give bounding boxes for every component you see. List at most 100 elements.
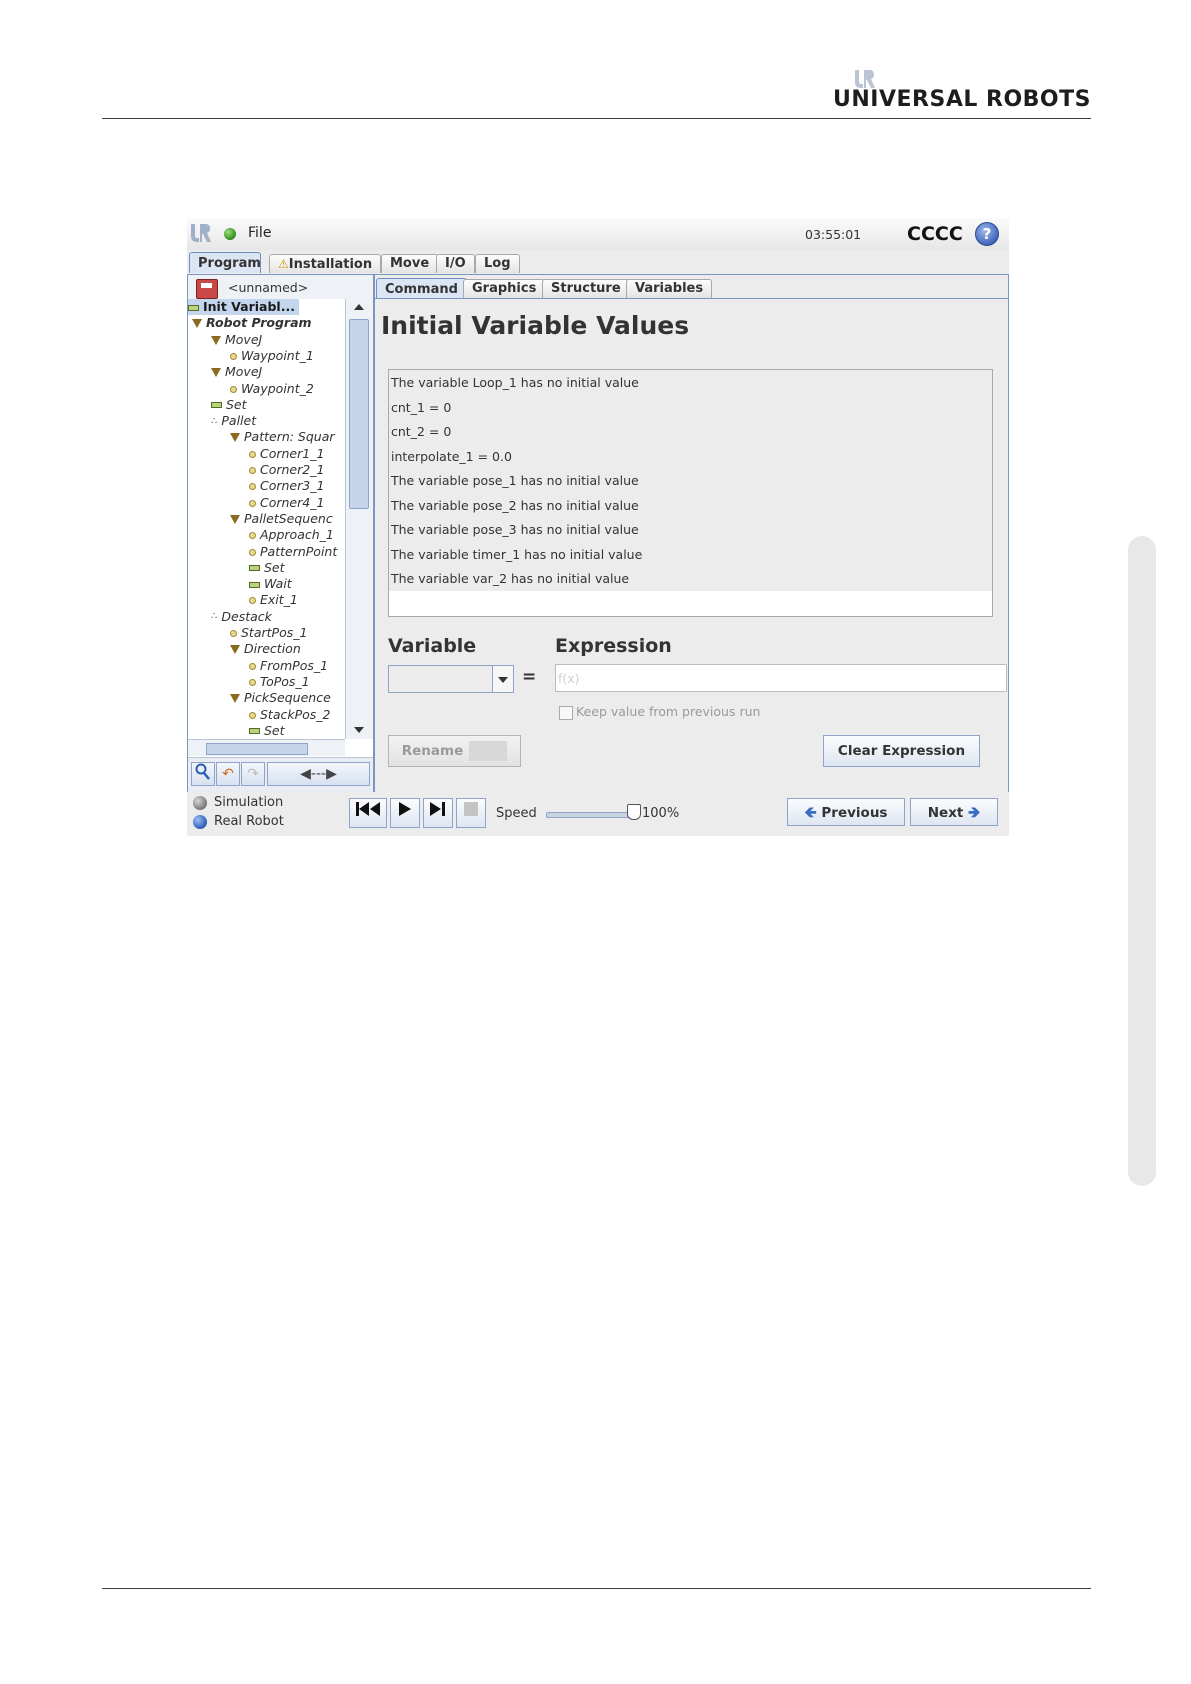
variable-list-item[interactable]: interpolate_1 = 0.0 <box>389 443 992 469</box>
previous-button[interactable]: 🡸 Previous <box>787 798 905 826</box>
tree-node[interactable]: Corner2_1 <box>249 462 324 478</box>
tree-node[interactable]: PickSequence <box>230 690 331 706</box>
brand-logo: UNIVERSAL ROBOTS <box>833 66 1091 112</box>
tree-node[interactable]: Init Variabl... <box>188 299 299 315</box>
variable-list-item[interactable]: The variable pose_2 has no initial value <box>389 492 992 518</box>
clear-expression-button[interactable]: Clear Expression <box>823 735 980 767</box>
save-icon[interactable] <box>196 279 218 299</box>
tab-installation[interactable]: ⚠Installation <box>269 254 382 273</box>
bottom-bar: Simulation Real Robot Speed 100% 🡸 Previ… <box>187 792 1009 836</box>
expression-input[interactable] <box>555 664 1007 692</box>
speed-slider-handle[interactable] <box>627 804 641 820</box>
rename-keyboard-icon <box>469 741 508 761</box>
tab-structure[interactable]: Structure <box>542 279 630 298</box>
waypoint-icon <box>249 483 256 491</box>
variable-list-item[interactable]: The variable var_2 has no initial value <box>389 566 992 591</box>
tree-node[interactable]: Direction <box>230 641 301 657</box>
tree-node[interactable]: Pattern: Squar <box>230 429 335 445</box>
tab-move[interactable]: Move <box>381 254 439 273</box>
polyscope-screenshot: File 03:55:01 CCCC ? Program ⚠Installati… <box>187 218 1009 836</box>
tree-node[interactable]: Corner1_1 <box>249 446 324 462</box>
real-robot-label: Real Robot <box>214 814 284 829</box>
file-menu[interactable]: File <box>248 225 271 241</box>
tree-node[interactable]: ToPos_1 <box>249 674 310 690</box>
chevron-down-icon[interactable] <box>492 666 513 692</box>
variable-label: Variable <box>388 635 477 657</box>
tree-node[interactable]: Waypoint_1 <box>230 348 314 364</box>
scroll-thumb-horizontal[interactable] <box>206 743 308 755</box>
tree-node[interactable]: Set <box>211 397 247 413</box>
tab-io[interactable]: I/O <box>436 254 475 273</box>
tree-node[interactable]: Approach_1 <box>249 527 334 543</box>
real-robot-option[interactable]: Real Robot <box>193 814 284 829</box>
keep-value-checkbox[interactable] <box>559 706 573 720</box>
bar-icon <box>249 728 260 735</box>
variable-list[interactable]: The variable Loop_1 has no initial value… <box>388 369 993 617</box>
move-node-icon[interactable]: ◀---▶ <box>267 762 370 786</box>
speed-value: 100% <box>642 806 680 821</box>
redo-icon[interactable]: ↷ <box>241 762 265 786</box>
tree-node[interactable]: Exit_1 <box>249 592 298 608</box>
tree-vertical-scrollbar[interactable] <box>345 299 373 739</box>
tree-node[interactable]: PatternPoint <box>249 544 337 560</box>
tab-log[interactable]: Log <box>475 254 520 273</box>
tree-node[interactable]: PalletSequenc <box>230 511 333 527</box>
tree-node-label: StartPos_1 <box>241 625 308 640</box>
ur-logo-icon[interactable] <box>189 222 211 244</box>
side-tab <box>1128 536 1156 1186</box>
tree-node[interactable]: Robot Program <box>192 315 312 331</box>
undo-icon[interactable]: ↶ <box>216 762 240 786</box>
tree-node-label: Waypoint_1 <box>241 347 314 363</box>
bar-icon <box>249 565 260 572</box>
variable-select[interactable] <box>388 665 514 693</box>
variable-list-item[interactable]: The variable pose_1 has no initial value <box>389 468 992 493</box>
tree-node[interactable]: Wait <box>249 576 292 592</box>
variable-list-item[interactable]: cnt_2 = 0 <box>389 419 992 444</box>
tree-node[interactable]: StackPos_2 <box>249 707 331 723</box>
search-icon[interactable] <box>191 762 215 786</box>
tab-variables[interactable]: Variables <box>626 279 713 298</box>
tree-node[interactable]: FromPos_1 <box>249 658 328 674</box>
tab-command[interactable]: Command <box>376 278 467 299</box>
tree-node[interactable]: StartPos_1 <box>230 625 307 641</box>
tree-node[interactable]: Set <box>249 560 285 576</box>
tab-installation-label: Installation <box>288 257 373 272</box>
variable-list-item[interactable]: The variable timer_1 has no initial valu… <box>389 541 992 567</box>
tree-node-label: Set <box>264 559 285 575</box>
triangle-icon <box>230 645 240 655</box>
rename-button[interactable]: Rename <box>388 735 521 767</box>
skip-back-button[interactable] <box>349 798 387 828</box>
next-button[interactable]: Next 🡺 <box>910 798 998 826</box>
waypoint-icon <box>249 450 256 458</box>
expression-label: Expression <box>555 635 672 657</box>
tree-node-label: Corner1_1 <box>260 445 325 461</box>
tree-node[interactable]: MoveJ <box>211 332 262 348</box>
stop-button[interactable] <box>456 798 486 828</box>
tree-node[interactable]: Corner3_1 <box>249 478 324 494</box>
clock: 03:55:01 <box>805 227 862 242</box>
tree-node[interactable]: ∴ Pallet <box>211 413 256 429</box>
scroll-down-icon[interactable] <box>354 727 364 733</box>
variable-list-item[interactable]: The variable Loop_1 has no initial value <box>389 370 992 395</box>
tree-horizontal-scrollbar[interactable] <box>188 739 345 756</box>
simulation-radio-icon[interactable] <box>193 795 207 810</box>
scroll-up-icon[interactable] <box>354 304 364 310</box>
tree-node[interactable]: Waypoint_2 <box>230 381 314 397</box>
tree-node[interactable]: Set <box>249 723 285 739</box>
warning-icon: ⚠ <box>278 257 289 271</box>
tree-node[interactable]: MoveJ <box>211 364 262 380</box>
tab-program[interactable]: Program <box>189 252 261 273</box>
step-button[interactable] <box>423 798 453 828</box>
tab-graphics[interactable]: Graphics <box>463 279 546 298</box>
simulation-option[interactable]: Simulation <box>193 795 283 810</box>
variable-list-item[interactable]: The variable pose_3 has no initial value <box>389 517 992 542</box>
tree-node[interactable]: ∴ Destack <box>211 609 272 625</box>
variable-list-item[interactable]: cnt_1 = 0 <box>389 394 992 420</box>
help-icon[interactable]: ? <box>975 222 999 246</box>
tree-node-label: Exit_1 <box>260 592 298 608</box>
real-robot-radio-icon[interactable] <box>193 814 207 829</box>
speed-slider[interactable] <box>546 812 638 818</box>
tree-node[interactable]: Corner4_1 <box>249 495 324 511</box>
play-button[interactable] <box>390 798 420 828</box>
scroll-thumb[interactable] <box>349 319 369 509</box>
